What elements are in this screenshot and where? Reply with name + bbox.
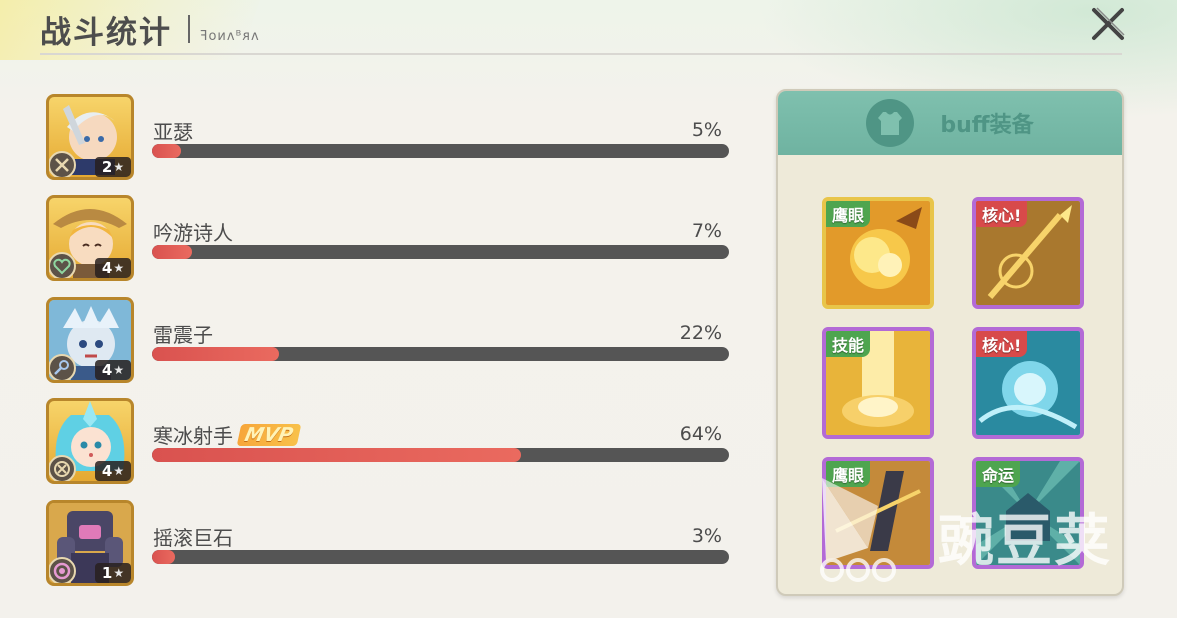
close-button[interactable] [1088, 4, 1128, 44]
mvp-badge: MVP [236, 423, 301, 446]
damage-bar-fill [152, 347, 279, 361]
star-level-badge: 4 ★ [95, 461, 131, 481]
damage-bar-fill [152, 550, 176, 564]
hero-damage-percent: 3% [691, 525, 722, 547]
buff-card[interactable]: 核心! [972, 197, 1084, 309]
buff-panel-header: buff装备 [778, 91, 1122, 155]
hero-avatar: 4 ★ [46, 297, 134, 383]
page-title: 战斗统计 [40, 14, 172, 51]
damage-bar [152, 144, 729, 158]
damage-bar [152, 245, 729, 259]
watermark-text: 豌豆荚 [938, 509, 1112, 574]
header: 战斗统计 ꟻᴏᴎᴧᴮᴙᴧ [40, 6, 260, 52]
buff-card[interactable]: 技能 [822, 327, 934, 439]
role-heart-icon [49, 252, 76, 278]
hero-row-rock-golem: 1 ★ 摇滚巨石 3% [46, 500, 736, 588]
role-target-icon [49, 455, 76, 481]
hero-avatar: 1 ★ [46, 500, 134, 586]
buff-card-tag: 技能 [826, 331, 871, 357]
buff-card-tag: 鹰眼 [826, 201, 871, 227]
damage-bar [152, 347, 729, 361]
buff-panel-title: buff装备 [940, 113, 1034, 138]
pea-logo-icon [820, 478, 896, 582]
hero-row-bard: 4 ★ 吟游诗人 7% [46, 195, 736, 283]
hero-name: 寒冰射手 MVP [153, 420, 301, 449]
star-level-badge: 4 ★ [95, 258, 131, 278]
damage-bar-fill [152, 144, 181, 158]
buff-card[interactable]: 鹰眼 [822, 197, 934, 309]
armor-icon [866, 99, 915, 147]
hero-damage-percent: 7% [691, 220, 722, 242]
role-swords-icon [49, 151, 76, 177]
title-separator [188, 15, 190, 43]
role-key-icon [49, 354, 76, 380]
hero-damage-percent: 64% [679, 423, 722, 445]
star-level-badge: 4 ★ [95, 360, 131, 380]
buff-card-tag: 核心! [976, 201, 1028, 227]
damage-bar-fill [152, 245, 193, 259]
hero-avatar: 4 ★ [46, 398, 134, 484]
page-subtitle: ꟻᴏᴎᴧᴮᴙᴧ [200, 28, 260, 44]
star-icon: ★ [113, 363, 125, 377]
hero-avatar: 2 ★ [46, 94, 134, 180]
star-icon: ★ [113, 160, 125, 174]
damage-bar [152, 448, 729, 462]
hero-row-leizhenzi: 4 ★ 雷震子 22% [46, 297, 736, 385]
hero-name: 亚瑟 [153, 120, 193, 144]
hero-damage-percent: 5% [691, 119, 722, 141]
hero-damage-percent: 22% [679, 322, 722, 344]
role-shield-icon [49, 557, 76, 583]
star-icon: ★ [113, 566, 125, 580]
header-divider [40, 53, 1122, 55]
damage-bar [152, 550, 729, 564]
hero-row-ice-archer: 4 ★ 寒冰射手 MVP 64% [46, 398, 736, 486]
star-level-badge: 1 ★ [95, 563, 131, 583]
hero-row-arthur: 2 ★ 亚瑟 5% [46, 94, 736, 182]
watermark: 豌豆荚 [808, 462, 1148, 592]
damage-bar-fill [152, 448, 522, 462]
hero-name: 吟游诗人 [153, 221, 233, 245]
close-icon [1092, 7, 1125, 40]
star-icon: ★ [113, 261, 125, 275]
star-icon: ★ [113, 464, 125, 478]
star-level-badge: 2 ★ [95, 157, 131, 177]
hero-name: 摇滚巨石 [153, 526, 233, 550]
hero-avatar: 4 ★ [46, 195, 134, 281]
buff-card[interactable]: 核心! [972, 327, 1084, 439]
hero-name: 雷震子 [153, 323, 213, 347]
buff-card-tag: 核心! [976, 331, 1028, 357]
